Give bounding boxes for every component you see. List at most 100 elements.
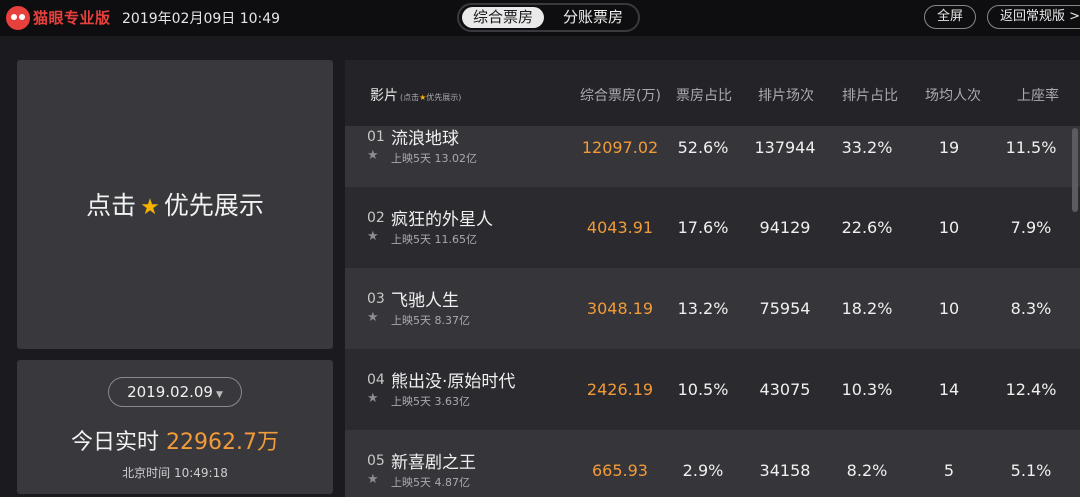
row-shows: 94129: [759, 218, 811, 237]
row-box-ratio: 13.2%: [677, 299, 729, 318]
row-total: 4.87亿: [434, 476, 471, 489]
promo-text-after: 优先展示: [163, 191, 264, 220]
star-icon[interactable]: ★: [367, 310, 379, 325]
row-seat-rate: 7.9%: [1010, 218, 1052, 237]
table-header: 影片 (点击★优先展示) 综合票房(万) 票房占比 排片场次 排片占比 场均人次 …: [345, 60, 1080, 126]
brand-name: 猫眼专业版: [33, 9, 111, 27]
row-title: 新喜剧之王: [391, 453, 476, 473]
row-box-ratio: 2.9%: [682, 461, 724, 480]
table-row[interactable]: 04 熊出没·原始时代 ★ 上映5天 3.63亿 2426.19 10.5% 4…: [345, 349, 1080, 431]
caret-down-icon: ▼: [215, 390, 223, 400]
column-film-note: (点击★优先展示): [400, 93, 461, 102]
column-box-office[interactable]: 综合票房(万): [580, 85, 661, 105]
tab-comprehensive-box-office[interactable]: 综合票房: [462, 7, 545, 28]
row-total: 11.65亿: [434, 233, 478, 246]
today-realtime-panel: 2019.02.09 ▼ 今日实时 22962.7万 北京时间 10:49:18: [17, 360, 333, 494]
table-row[interactable]: 03 飞驰人生 ★ 上映5天 8.37亿 3048.19 13.2% 75954…: [345, 268, 1080, 350]
box-office-tabs: 综合票房 分账票房: [457, 3, 640, 32]
row-days-label: 上映5天: [391, 152, 431, 165]
header-datetime: 2019年02月09日 10:49: [122, 11, 281, 27]
row-avg-people: 5: [943, 461, 955, 480]
column-film-label: 影片: [370, 88, 398, 104]
row-seat-rate: 8.3%: [1010, 299, 1052, 318]
row-box-office: 4043.91: [586, 218, 654, 237]
row-rank: 04: [367, 372, 385, 388]
column-shows[interactable]: 排片场次: [758, 85, 814, 105]
cat-eye-logo-icon: [6, 6, 30, 30]
row-days: 上映5天 4.87亿: [391, 474, 470, 490]
row-days-label: 上映5天: [391, 395, 431, 408]
row-days: 上映5天 8.37亿: [391, 312, 470, 328]
beijing-time: 北京时间 10:49:18: [122, 466, 228, 480]
row-shows: 137944: [754, 138, 816, 157]
row-days-label: 上映5天: [391, 314, 431, 327]
row-title: 疯狂的外星人: [391, 210, 493, 230]
date-selector[interactable]: 2019.02.09 ▼: [108, 377, 242, 407]
row-box-office: 12097.02: [581, 138, 659, 157]
column-seat-rate[interactable]: 上座率: [1017, 85, 1059, 105]
priority-display-panel[interactable]: 点击 ★ 优先展示: [17, 60, 333, 349]
row-shows: 43075: [759, 380, 811, 399]
row-total: 8.37亿: [434, 314, 471, 327]
row-shows: 34158: [759, 461, 811, 480]
star-icon[interactable]: ★: [367, 148, 379, 163]
film-note-before: (点击: [400, 93, 420, 102]
row-show-ratio: 10.3%: [841, 380, 893, 399]
row-avg-people: 10: [938, 299, 960, 318]
row-show-ratio: 22.6%: [841, 218, 893, 237]
fullscreen-button[interactable]: 全屏: [924, 5, 976, 29]
star-icon: ★: [140, 195, 160, 220]
row-title: 熊出没·原始时代: [391, 372, 516, 392]
row-title: 流浪地球: [391, 129, 459, 149]
today-realtime-label: 今日实时: [71, 430, 160, 455]
promo-text-before: 点击: [86, 191, 137, 220]
table-scrollbar[interactable]: [1072, 128, 1078, 212]
row-seat-rate: 12.4%: [1005, 380, 1057, 399]
row-rank: 05: [367, 453, 385, 469]
row-show-ratio: 8.2%: [846, 461, 888, 480]
row-box-office: 3048.19: [586, 299, 654, 318]
date-selector-value: 2019.02.09: [127, 383, 213, 401]
row-avg-people: 10: [938, 218, 960, 237]
row-days-label: 上映5天: [391, 233, 431, 246]
row-seat-rate: 11.5%: [1005, 138, 1057, 157]
today-realtime-value: 22962.7万: [166, 430, 279, 455]
row-shows: 75954: [759, 299, 811, 318]
box-office-table: 影片 (点击★优先展示) 综合票房(万) 票房占比 排片场次 排片占比 场均人次 …: [345, 60, 1080, 497]
column-avg-people[interactable]: 场均人次: [925, 85, 981, 105]
column-box-ratio[interactable]: 票房占比: [676, 85, 732, 105]
row-box-office: 2426.19: [586, 380, 654, 399]
row-total: 13.02亿: [434, 152, 478, 165]
today-realtime-total: 今日实时 22962.7万: [17, 424, 333, 456]
tab-split-box-office[interactable]: 分账票房: [552, 7, 634, 28]
row-rank: 01: [367, 129, 385, 145]
row-rank: 02: [367, 210, 385, 226]
table-row[interactable]: 02 疯狂的外星人 ★ 上映5天 11.65亿 4043.91 17.6% 94…: [345, 187, 1080, 269]
column-show-ratio[interactable]: 排片占比: [842, 85, 898, 105]
row-show-ratio: 33.2%: [841, 138, 893, 157]
table-row[interactable]: 05 新喜剧之王 ★ 上映5天 4.87亿 665.93 2.9% 34158 …: [345, 430, 1080, 497]
row-box-ratio: 10.5%: [677, 380, 729, 399]
row-avg-people: 14: [938, 380, 960, 399]
star-icon[interactable]: ★: [367, 472, 379, 487]
return-regular-version-button[interactable]: 返回常规版 >: [987, 5, 1080, 29]
row-days: 上映5天 3.63亿: [391, 393, 470, 409]
column-film: 影片 (点击★优先展示): [370, 85, 461, 105]
row-days: 上映5天 11.65亿: [391, 231, 477, 247]
row-seat-rate: 5.1%: [1010, 461, 1052, 480]
top-bar: 猫眼专业版 2019年02月09日 10:49 综合票房 分账票房 全屏 返回常…: [0, 0, 1080, 36]
star-icon[interactable]: ★: [367, 391, 379, 406]
star-icon[interactable]: ★: [367, 229, 379, 244]
row-total: 3.63亿: [434, 395, 471, 408]
row-days: 上映5天 13.02亿: [391, 150, 477, 166]
row-box-ratio: 52.6%: [677, 138, 729, 157]
film-note-after: 优先展示): [426, 93, 462, 102]
row-title: 飞驰人生: [391, 291, 459, 311]
row-box-ratio: 17.6%: [677, 218, 729, 237]
row-avg-people: 19: [938, 138, 960, 157]
priority-display-text: 点击 ★ 优先展示: [17, 186, 333, 222]
row-box-office: 665.93: [592, 461, 648, 480]
row-show-ratio: 18.2%: [841, 299, 893, 318]
row-rank: 03: [367, 291, 385, 307]
row-days-label: 上映5天: [391, 476, 431, 489]
